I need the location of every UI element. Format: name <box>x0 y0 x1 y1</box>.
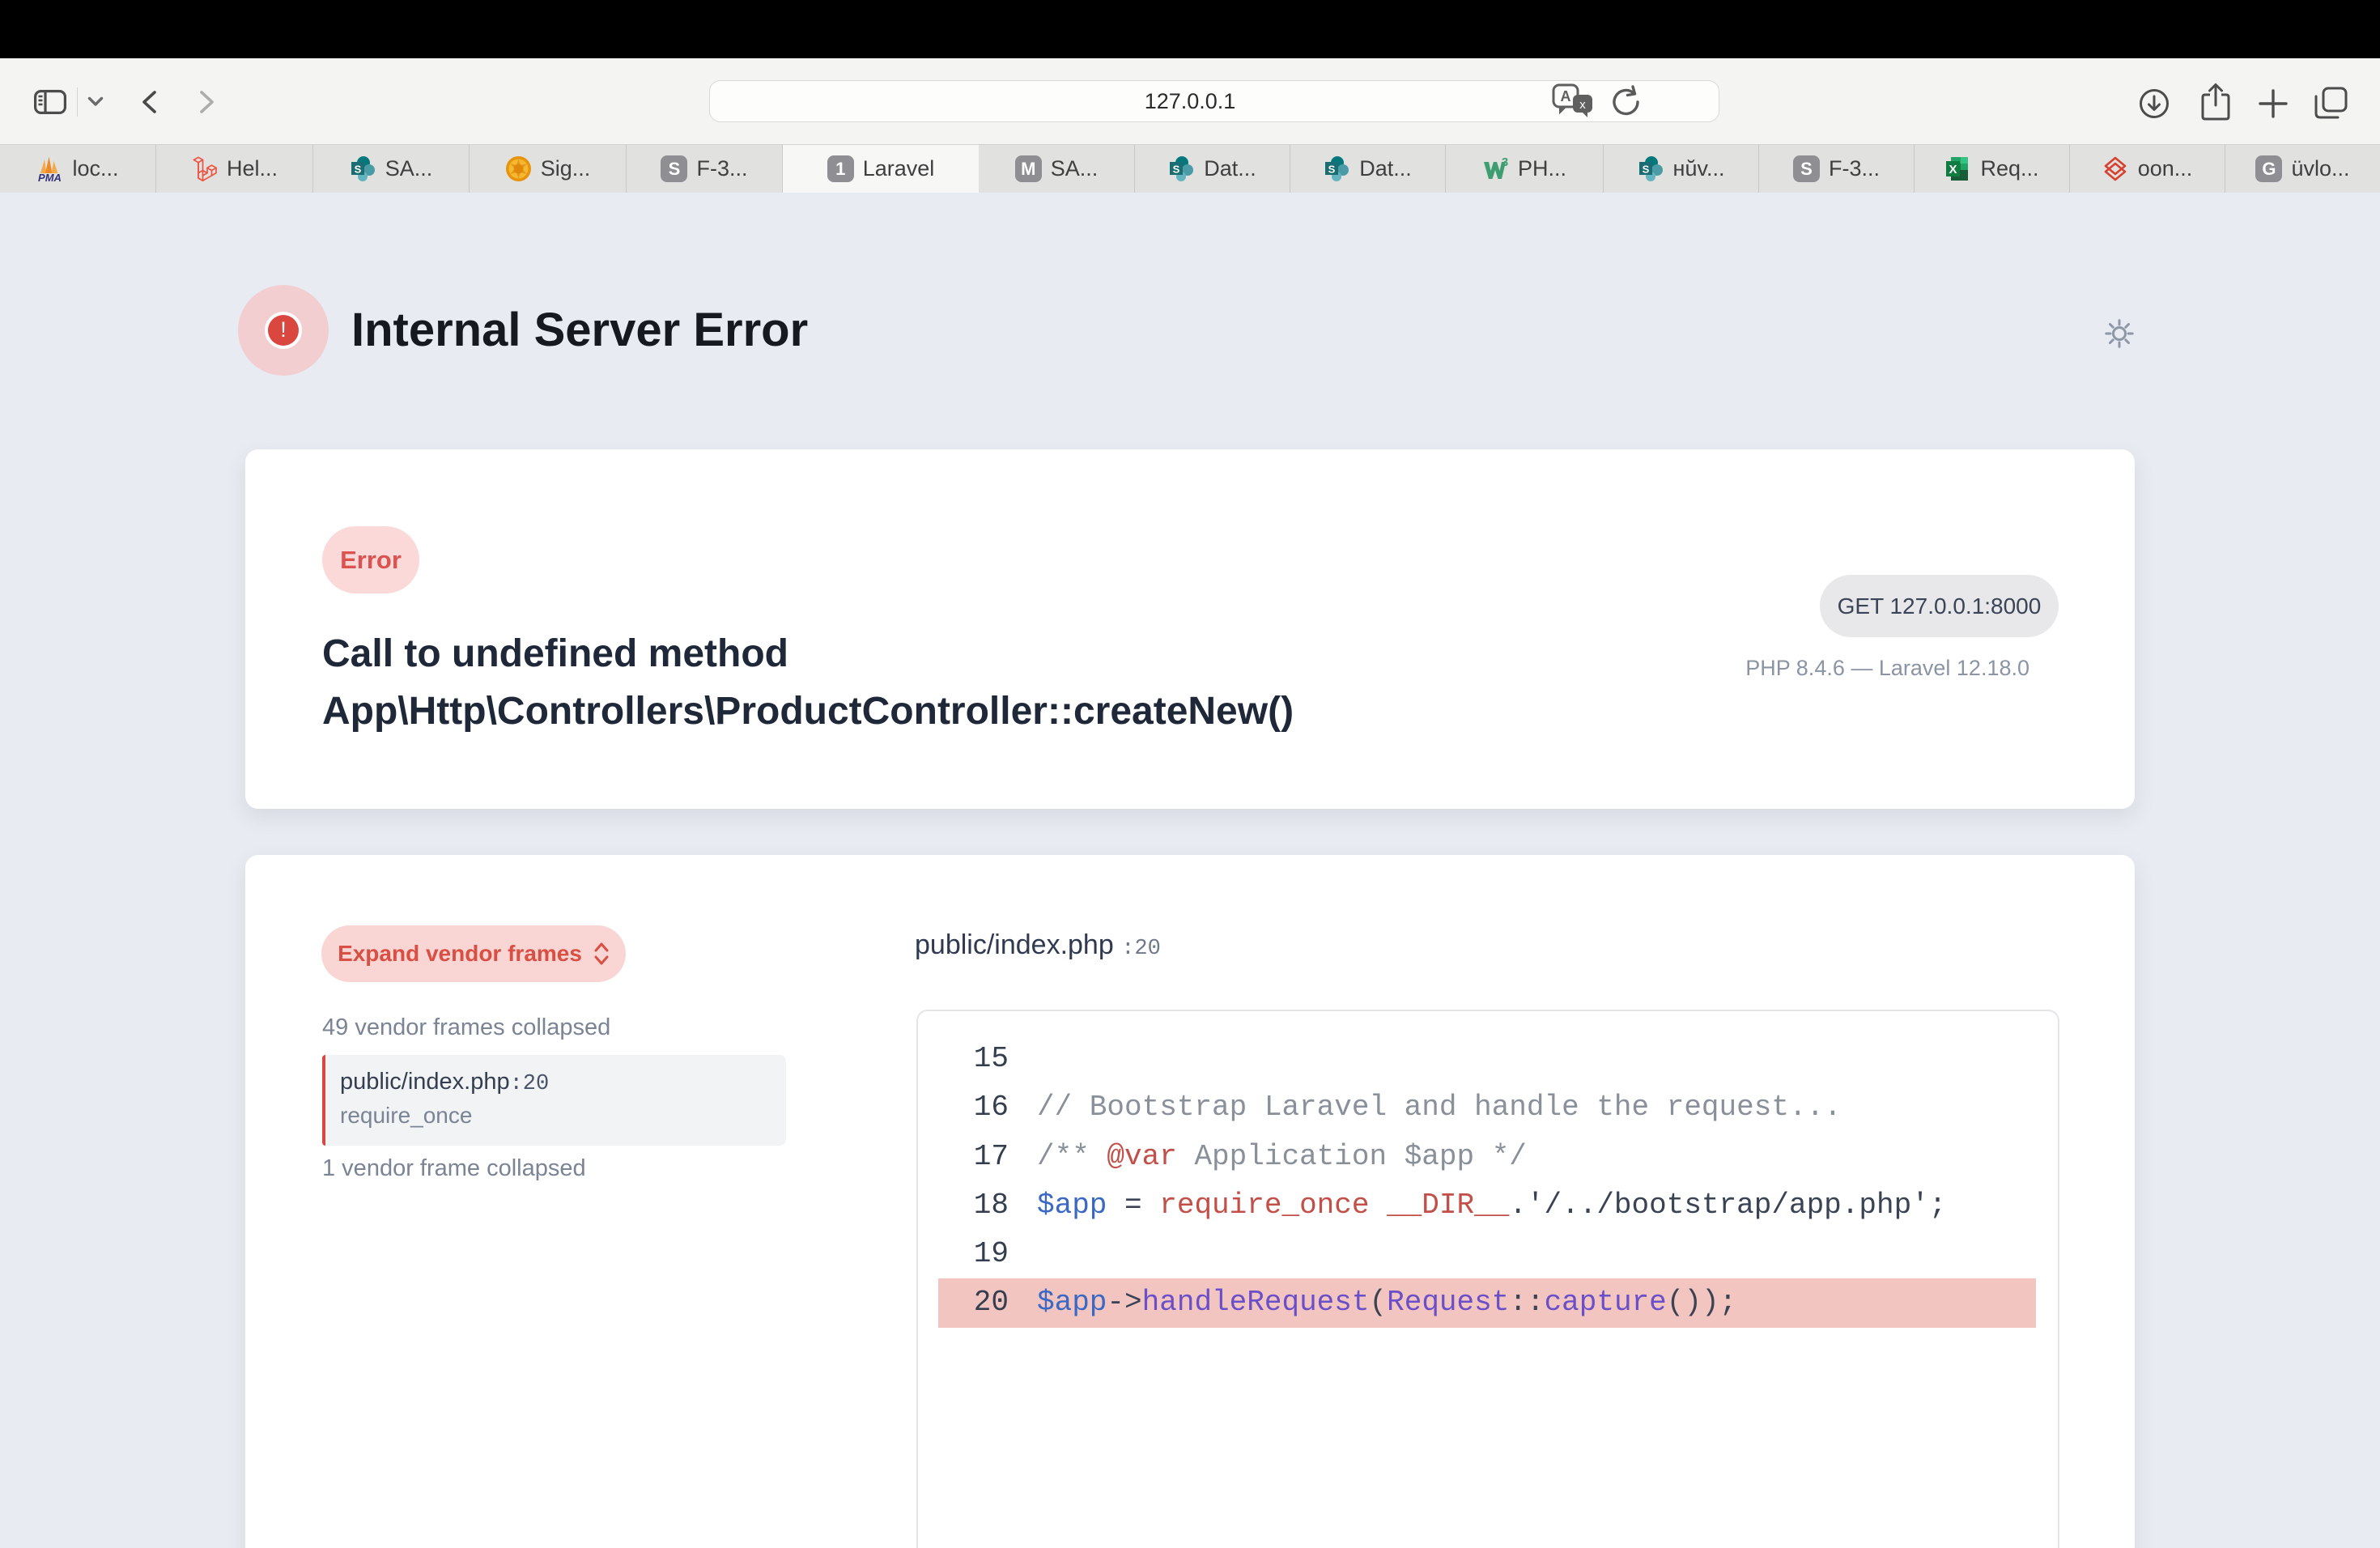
svg-text:x: x <box>1579 98 1586 112</box>
svg-text:S: S <box>354 164 361 176</box>
svg-text:S: S <box>1173 164 1180 176</box>
svg-text:S: S <box>1642 164 1649 176</box>
svg-text:3: 3 <box>1502 155 1508 169</box>
svg-text:S: S <box>1328 164 1336 176</box>
svg-text:PMA: PMA <box>39 172 62 182</box>
svg-text:X: X <box>1949 163 1957 176</box>
svg-text:A: A <box>1561 88 1571 104</box>
